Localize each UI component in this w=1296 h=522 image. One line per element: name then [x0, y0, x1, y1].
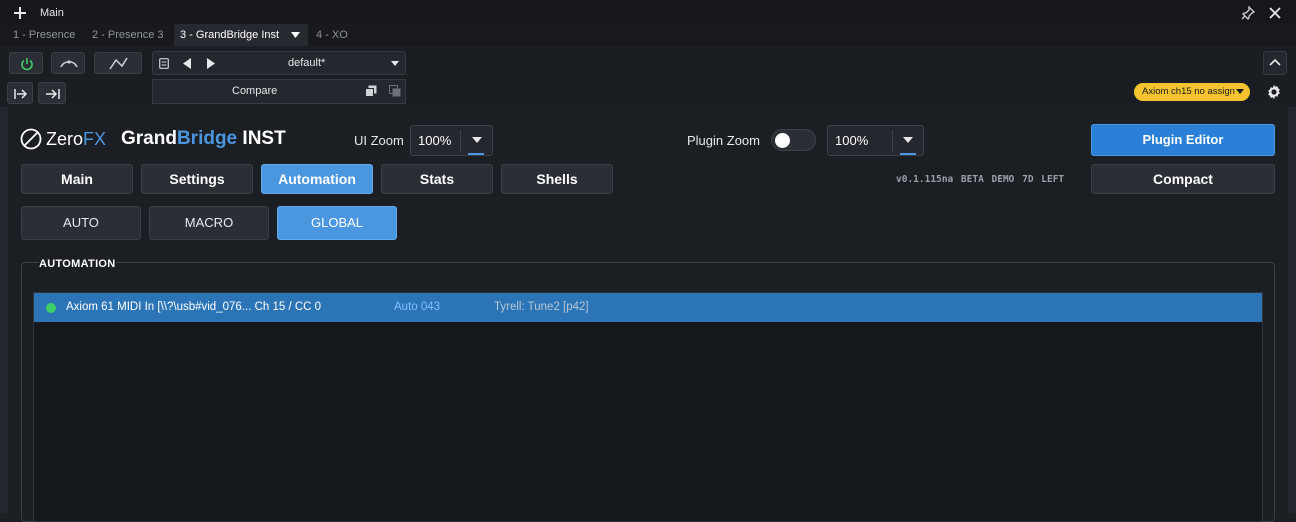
tab-presence[interactable]: 1 - Presence [7, 24, 81, 46]
next-preset-icon[interactable] [207, 58, 215, 69]
status-dot [46, 303, 56, 313]
chevron-up-icon[interactable] [1263, 51, 1287, 75]
midi-assign-badge[interactable]: Axiom ch15 no assign [1134, 83, 1250, 101]
tab-stats[interactable]: Stats [381, 164, 493, 194]
plugin-editor-button[interactable]: Plugin Editor [1091, 124, 1275, 156]
ui-zoom-select[interactable]: 100% [410, 125, 493, 156]
power-icon [21, 58, 33, 71]
host-title-bar: Main [0, 0, 1296, 26]
curve-icon [60, 60, 78, 68]
automation-source: Axiom 61 MIDI In [\\?\usb#vid_076... Ch … [66, 301, 322, 313]
tab-settings[interactable]: Settings [141, 164, 253, 194]
host-tab-bar: 1 - Presence 2 - Presence 3 3 - GrandBri… [0, 24, 1296, 46]
plugin-frame-right [1288, 107, 1296, 513]
product-title: GrandBridge INST [121, 128, 286, 149]
chevron-down-icon [1236, 89, 1244, 94]
automation-curve-button[interactable] [94, 52, 142, 74]
host-toolbar-2: Compare Axiom ch15 no assign [0, 79, 1296, 107]
plugin-zoom-toggle[interactable] [771, 129, 816, 151]
plugin-zoom-select[interactable]: 100% [827, 125, 924, 156]
automation-target: Tyrell: Tune2 [p42] [494, 301, 589, 313]
brand-zero: Zero [46, 129, 84, 149]
automation-slot: Auto 043 [394, 301, 441, 313]
automation-list[interactable] [33, 292, 1263, 522]
pin-icon[interactable] [1241, 6, 1255, 20]
brand-fx: FX [83, 129, 107, 149]
zerofx-logo-icon [20, 128, 42, 150]
chevron-down-icon[interactable] [391, 61, 399, 66]
tab-grandbridge-inst[interactable]: 3 - GrandBridge Inst [174, 24, 308, 46]
power-button[interactable] [9, 52, 43, 74]
tab-shells[interactable]: Shells [501, 164, 613, 194]
bypass-button[interactable] [51, 52, 85, 74]
preset-bar: default* [152, 51, 406, 75]
subtab-global[interactable]: GLOBAL [277, 206, 397, 240]
add-icon[interactable] [13, 6, 27, 20]
automation-panel-title: AUTOMATION [39, 258, 116, 270]
paste-icon[interactable] [389, 85, 401, 97]
route-out-button[interactable] [38, 82, 66, 104]
route-in-button[interactable] [7, 82, 33, 104]
subtab-auto[interactable]: AUTO [21, 206, 141, 240]
plugin-zoom-label: Plugin Zoom [687, 133, 760, 148]
tab-xo[interactable]: 4 - XO [310, 24, 354, 46]
chevron-down-icon [903, 137, 913, 143]
save-icon[interactable] [159, 58, 169, 69]
subtab-macro[interactable]: MACRO [149, 206, 269, 240]
gear-icon[interactable] [1266, 84, 1282, 100]
compact-button[interactable]: Compact [1091, 164, 1275, 194]
tab-main[interactable]: Main [21, 164, 133, 194]
copy-icon[interactable] [365, 85, 377, 97]
envelope-icon [109, 57, 128, 70]
host-toolbar: default* [0, 47, 1296, 79]
compare-button[interactable]: Compare [232, 85, 277, 97]
plugin-frame-left [0, 107, 8, 513]
toggle-knob [775, 133, 790, 148]
ui-zoom-label: UI Zoom [354, 133, 404, 148]
automation-row[interactable]: Axiom 61 MIDI In [\\?\usb#vid_076... Ch … [34, 293, 1262, 322]
version-text: v0.1.115na BETA DEMO 7D LEFT [896, 174, 1065, 185]
compare-bar: Compare [152, 79, 406, 104]
preset-name[interactable]: default* [288, 57, 325, 69]
chevron-down-icon[interactable] [291, 32, 300, 38]
arrow-in-icon [14, 89, 28, 99]
tab-presence-3[interactable]: 2 - Presence 3 [86, 24, 170, 46]
close-icon[interactable] [1268, 6, 1282, 20]
window-title: Main [40, 7, 64, 19]
tab-automation[interactable]: Automation [261, 164, 373, 194]
chevron-down-icon [472, 137, 482, 143]
previous-preset-icon[interactable] [183, 58, 191, 69]
arrow-out-icon [46, 89, 60, 99]
